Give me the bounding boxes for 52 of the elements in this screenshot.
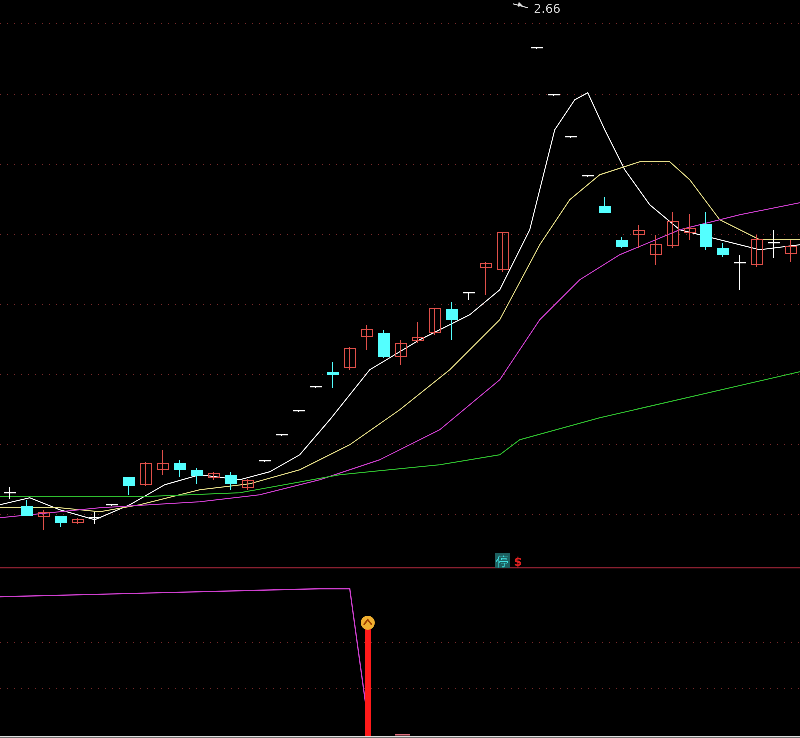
stop-label: 停 xyxy=(495,553,510,569)
candlestick xyxy=(242,478,254,490)
candlestick xyxy=(480,262,492,296)
candlestick xyxy=(293,410,305,412)
candlestick xyxy=(310,386,322,388)
candlestick xyxy=(89,512,101,524)
candlestick xyxy=(667,212,679,248)
candlestick xyxy=(582,175,594,178)
candlestick xyxy=(106,504,118,506)
indicator-segment xyxy=(395,734,410,736)
candlestick xyxy=(717,242,729,258)
candlestick xyxy=(4,486,16,500)
candlestick xyxy=(225,472,237,490)
candlestick xyxy=(497,232,509,272)
candlestick xyxy=(123,478,135,496)
candlestick xyxy=(38,510,50,530)
candlestick xyxy=(650,234,662,266)
candlestick xyxy=(174,460,186,478)
candlestick xyxy=(751,234,763,268)
candlestick xyxy=(734,254,746,290)
price-label: 2.66 xyxy=(534,2,561,16)
candlestick xyxy=(531,47,543,50)
candlestick xyxy=(785,240,797,262)
pointer-arrow-icon xyxy=(512,2,528,8)
candlestick xyxy=(446,302,458,340)
candlestick xyxy=(191,468,203,484)
candlestick xyxy=(395,340,407,366)
candlestick xyxy=(72,518,84,524)
candlestick xyxy=(412,322,424,344)
candlestick xyxy=(616,236,628,248)
candlestick xyxy=(157,450,169,476)
candlestick xyxy=(140,462,152,486)
candlestick xyxy=(21,500,33,516)
candlestick xyxy=(599,196,611,214)
candlestick xyxy=(344,346,356,370)
candlestick xyxy=(361,324,373,350)
candlestick xyxy=(429,308,441,336)
candlestick xyxy=(463,292,475,300)
candlestick xyxy=(684,214,696,240)
candlestick xyxy=(565,136,577,138)
candlestick xyxy=(548,94,560,96)
candlestick xyxy=(327,362,339,388)
candlestick xyxy=(276,434,288,436)
signal-mark: $ xyxy=(514,555,522,569)
candlestick xyxy=(55,516,67,528)
candlestick xyxy=(700,212,712,250)
candlestick xyxy=(378,330,390,358)
candlestick xyxy=(633,224,645,248)
candlestick xyxy=(259,460,271,462)
candlestick xyxy=(208,472,220,480)
up-chevron-icon xyxy=(361,616,375,630)
candlestick xyxy=(768,230,780,258)
